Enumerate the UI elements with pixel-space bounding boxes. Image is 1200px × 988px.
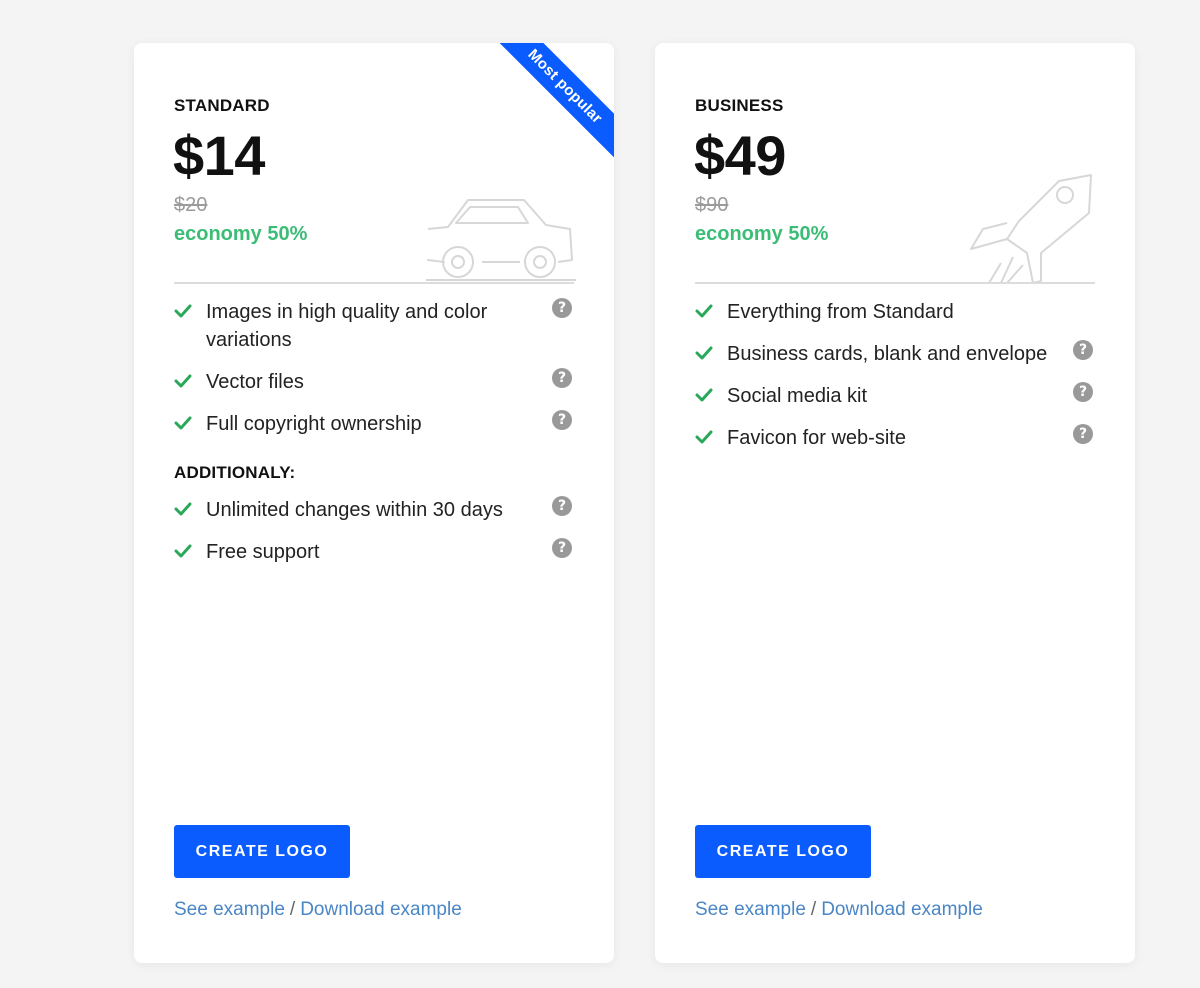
feature-label: Everything from Standard — [727, 301, 954, 323]
feature-label: Unlimited changes within 30 days — [206, 499, 503, 521]
feature-list: Everything from Standard Business cards,… — [695, 298, 1095, 466]
pricing-card-standard: Most popular STANDARD $14 $20 economy 50… — [134, 43, 614, 963]
feature-label: Vector files — [206, 371, 304, 393]
link-separator: / — [810, 899, 817, 920]
plan-name: BUSINESS — [695, 96, 784, 115]
most-popular-ribbon: Most popular — [490, 43, 614, 167]
download-example-link[interactable]: Download example — [300, 899, 462, 920]
see-example-link[interactable]: See example — [695, 899, 806, 920]
list-item: Social media kit ? — [695, 382, 1095, 410]
divider — [174, 282, 574, 284]
help-icon[interactable]: ? — [552, 410, 572, 430]
old-price: $90 — [695, 194, 729, 216]
rocket-icon — [970, 174, 1092, 284]
help-icon[interactable]: ? — [1073, 382, 1093, 402]
check-icon — [174, 416, 192, 430]
plan-price: $14 — [173, 124, 265, 187]
feature-label: Full copyright ownership — [206, 413, 422, 435]
example-links: See example / Download example — [174, 899, 462, 921]
feature-list: Images in high quality and color variati… — [174, 298, 574, 452]
list-item: Favicon for web-site ? — [695, 424, 1095, 452]
economy-label: economy 50% — [695, 223, 829, 245]
check-icon — [695, 304, 713, 318]
check-icon — [695, 388, 713, 402]
feature-label: Favicon for web-site — [727, 427, 906, 449]
most-popular-label: Most popular — [490, 43, 614, 165]
list-item: Everything from Standard — [695, 298, 1095, 326]
help-icon[interactable]: ? — [1073, 424, 1093, 444]
example-links: See example / Download example — [695, 899, 983, 921]
feature-label: Business cards, blank and envelope — [727, 343, 1048, 365]
list-item: Vector files ? — [174, 368, 574, 396]
additional-feature-list: Unlimited changes within 30 days ? Free … — [174, 496, 574, 580]
list-item: Unlimited changes within 30 days ? — [174, 496, 574, 524]
list-item: Business cards, blank and envelope ? — [695, 340, 1095, 368]
help-icon[interactable]: ? — [552, 368, 572, 388]
old-price: $20 — [174, 194, 208, 216]
check-icon — [695, 346, 713, 360]
plan-price: $49 — [694, 124, 786, 187]
download-example-link[interactable]: Download example — [821, 899, 983, 920]
feature-label: Social media kit — [727, 385, 868, 407]
feature-label: Images in high quality and color variati… — [206, 301, 488, 351]
help-icon[interactable]: ? — [1073, 340, 1093, 360]
list-item: Free support ? — [174, 538, 574, 566]
help-icon[interactable]: ? — [552, 538, 572, 558]
check-icon — [174, 544, 192, 558]
check-icon — [174, 374, 192, 388]
link-separator: / — [289, 899, 296, 920]
create-logo-button[interactable]: CREATE LOGO — [695, 825, 871, 878]
help-icon[interactable]: ? — [552, 298, 572, 318]
list-item: Images in high quality and color variati… — [174, 298, 574, 354]
list-item: Full copyright ownership ? — [174, 410, 574, 438]
check-icon — [174, 304, 192, 318]
plan-name: STANDARD — [174, 96, 270, 115]
car-icon — [426, 199, 576, 281]
see-example-link[interactable]: See example — [174, 899, 285, 920]
additional-section-title: ADDITIONALY: — [174, 463, 296, 482]
create-logo-button[interactable]: CREATE LOGO — [174, 825, 350, 878]
check-icon — [695, 430, 713, 444]
check-icon — [174, 502, 192, 516]
pricing-card-business: BUSINESS $49 $90 economy 50% Everything … — [655, 43, 1135, 963]
divider — [695, 282, 1095, 284]
economy-label: economy 50% — [174, 223, 308, 245]
help-icon[interactable]: ? — [552, 496, 572, 516]
feature-label: Free support — [206, 541, 320, 563]
